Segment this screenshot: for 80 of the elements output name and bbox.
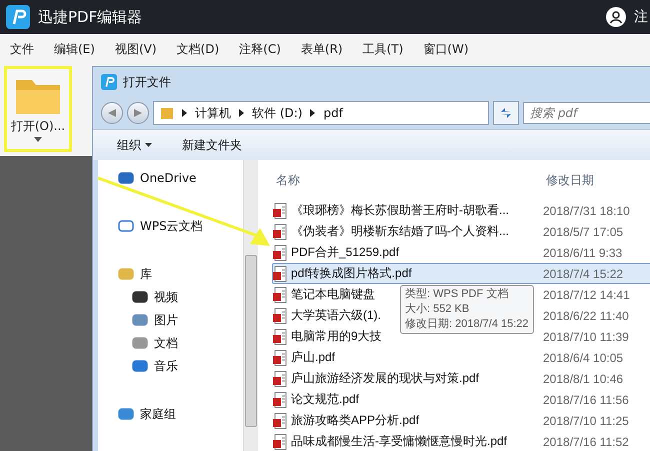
tooltip-line: 修改日期: 2018/7/4 15:22 [405, 317, 529, 332]
menu-item[interactable]: 编辑(E) [54, 40, 95, 58]
modified-date: 2018/7/16 11:56 [543, 392, 629, 406]
refresh-button[interactable] [493, 101, 519, 125]
refresh-icon [499, 106, 513, 120]
scrollbar[interactable] [243, 160, 258, 451]
app-title: 迅捷PDF编辑器 [38, 8, 144, 26]
nav-item[interactable]: WPS云文档 [98, 215, 243, 237]
pdf-file-icon [273, 328, 287, 344]
user-avatar-icon[interactable] [606, 7, 626, 27]
modified-date: 2018/7/10 11:39 [543, 330, 629, 344]
forward-arrow-icon [134, 109, 142, 117]
column-header[interactable]: 名称 [272, 172, 546, 188]
caret-icon [34, 137, 42, 142]
caret-icon [145, 143, 152, 147]
modified-date: 2018/8/1 10:46 [543, 372, 624, 386]
pdf-file-icon [273, 266, 287, 282]
app-logo-icon [101, 74, 117, 90]
menu-item[interactable]: 文档(D) [176, 40, 220, 58]
pdf-file-icon [273, 370, 287, 386]
address-bar[interactable]: 计算机 软件 (D:) pdf [153, 101, 489, 125]
back-arrow-icon [108, 109, 116, 117]
modified-date: 2018/7/10 11:25 [543, 414, 629, 428]
menu-item[interactable]: 工具(T) [362, 40, 404, 58]
chevron-right-icon [182, 109, 187, 117]
menu-item[interactable]: 视图(V) [114, 40, 157, 58]
chevron-right-icon [310, 109, 316, 117]
breadcrumb-item[interactable]: 计算机 [195, 104, 231, 122]
register-link[interactable]: 注 [634, 8, 648, 26]
pdf-file-icon [273, 286, 287, 302]
chevron-right-icon [239, 109, 244, 117]
nav-item[interactable]: 家庭组 [98, 403, 243, 425]
modified-date: 2018/5/7 17:05 [543, 224, 624, 238]
pdf-file-icon [273, 412, 287, 428]
menu-item[interactable]: 表单(R) [300, 40, 343, 58]
back-button[interactable] [101, 102, 123, 124]
app-logo-icon [6, 5, 30, 29]
pdf-file-icon [273, 308, 287, 324]
file-name[interactable]: pdf转换成图片格式.pdf [291, 265, 539, 282]
nav-item[interactable]: 库 [98, 263, 243, 285]
pdf-file-icon [273, 350, 287, 366]
file-name[interactable]: 论文规范.pdf [291, 391, 539, 408]
file-name[interactable]: 庐山旅游经济发展的现状与对策.pdf [291, 370, 539, 387]
modified-date: 2018/6/22 11:40 [543, 308, 629, 322]
modified-date: 2018/6/4 10:05 [543, 350, 624, 364]
nav-item[interactable]: 音乐 [98, 355, 243, 377]
breadcrumb-item[interactable]: pdf [323, 106, 343, 120]
pdf-file-icon [273, 224, 287, 240]
pdf-file-icon [273, 392, 287, 408]
pdf-file-icon [273, 244, 287, 260]
file-name[interactable]: 《琅琊榜》梅长苏假助誉王府时-胡歌看... [291, 202, 539, 219]
modified-date: 2018/7/12 14:41 [543, 288, 630, 302]
forward-button[interactable] [127, 102, 149, 124]
modified-date: 2018/6/11 9:33 [543, 246, 622, 260]
pdf-file-icon [273, 202, 287, 218]
column-header[interactable]: 修改日期 [546, 172, 594, 188]
nav-item[interactable]: 文档 [98, 332, 243, 354]
file-name[interactable]: 《伪装者》明楼靳东结婚了吗-个人资料... [291, 223, 539, 240]
tooltip-line: 类型: WPS PDF 文档 [405, 287, 510, 302]
search-field[interactable]: 搜索 pdf [523, 102, 650, 124]
nav-item[interactable]: 图片 [98, 309, 243, 331]
file-name[interactable]: 庐山.pdf [291, 349, 539, 366]
file-name[interactable]: 品味成都慢生活-享受慵懒惬意慢时光.pdf [291, 433, 539, 450]
nav-item[interactable]: 视频 [98, 286, 243, 308]
menu-item[interactable]: 文件 [10, 40, 34, 58]
file-name[interactable]: 旅游攻略类APP分析.pdf [291, 412, 539, 429]
nav-item[interactable]: OneDrive [98, 167, 243, 189]
new-folder-button[interactable]: 新建文件夹 [182, 136, 242, 154]
modified-date: 2018/7/4 15:22 [543, 266, 624, 280]
organize-menu-button[interactable]: 组织 [117, 136, 152, 154]
tooltip-line: 大小: 552 KB [405, 302, 470, 317]
modified-date: 2018/7/31 18:10 [543, 204, 630, 218]
dialog-title: 打开文件 [123, 74, 171, 90]
menu-item[interactable]: 窗口(W) [423, 40, 469, 58]
selected-file-highlight[interactable]: pdf转换成图片格式.pdf 2018/7/4 15:22 [272, 263, 650, 284]
breadcrumb-item[interactable]: 软件 (D:) [252, 104, 302, 122]
file-name[interactable]: PDF合并_51259.pdf [291, 244, 539, 261]
open-button[interactable]: 打开(O)... [4, 66, 72, 152]
menu-item[interactable]: 注释(C) [239, 40, 281, 58]
modified-date: 2018/7/16 11:52 [543, 434, 629, 448]
